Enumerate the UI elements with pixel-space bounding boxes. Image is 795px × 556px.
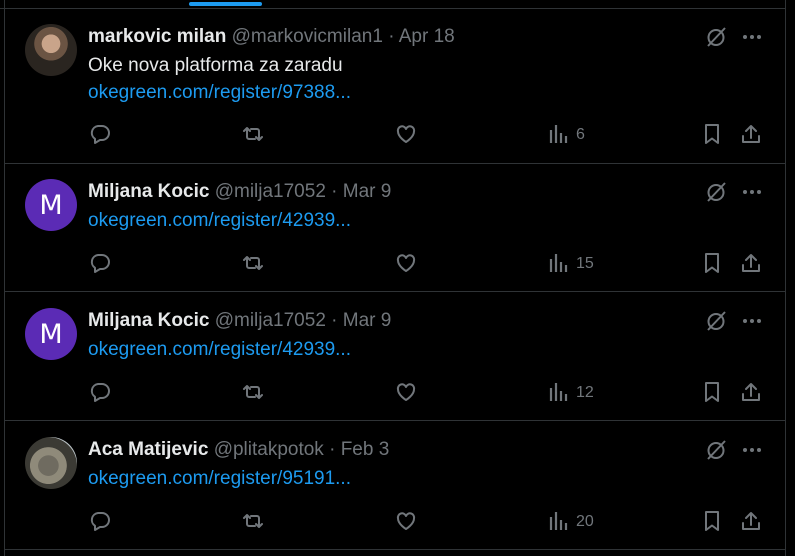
share-icon[interactable] bbox=[739, 508, 765, 534]
retweet-icon[interactable] bbox=[240, 121, 266, 147]
like-icon[interactable] bbox=[394, 121, 420, 147]
reply-icon[interactable] bbox=[88, 508, 114, 534]
tweet-actions: 15 bbox=[4, 164, 785, 291]
tweet-actions: 20 bbox=[4, 422, 785, 549]
tweet[interactable]: M Miljana Kocic @milja17052 · Mar 9 okeg… bbox=[4, 293, 785, 421]
bookmark-icon[interactable] bbox=[700, 250, 726, 276]
retweet-icon[interactable] bbox=[240, 379, 266, 405]
bookmark-icon[interactable] bbox=[700, 121, 726, 147]
views-icon[interactable] bbox=[548, 250, 574, 276]
bookmark-icon[interactable] bbox=[700, 508, 726, 534]
reply-icon[interactable] bbox=[88, 121, 114, 147]
like-icon[interactable] bbox=[394, 379, 420, 405]
reply-icon[interactable] bbox=[88, 379, 114, 405]
tweet[interactable]: Aca Matijevic @plitakpotok · Feb 3 okegr… bbox=[4, 422, 785, 550]
like-icon[interactable] bbox=[394, 508, 420, 534]
tweet-actions: 12 bbox=[4, 293, 785, 420]
column-border-right bbox=[785, 0, 786, 556]
share-icon[interactable] bbox=[739, 121, 765, 147]
share-icon[interactable] bbox=[739, 250, 765, 276]
reply-icon[interactable] bbox=[88, 250, 114, 276]
views-count: 15 bbox=[576, 255, 594, 272]
views-icon[interactable] bbox=[548, 121, 574, 147]
active-tab-indicator bbox=[189, 2, 262, 6]
tweet-actions: 6 bbox=[4, 8, 785, 163]
views-icon[interactable] bbox=[548, 379, 574, 405]
tweet[interactable]: markovic milan @markovicmilan1 · Apr 18 … bbox=[4, 8, 785, 164]
tweet[interactable]: M Miljana Kocic @milja17052 · Mar 9 okeg… bbox=[4, 164, 785, 292]
share-icon[interactable] bbox=[739, 379, 765, 405]
retweet-icon[interactable] bbox=[240, 250, 266, 276]
retweet-icon[interactable] bbox=[240, 508, 266, 534]
like-icon[interactable] bbox=[394, 250, 420, 276]
views-count: 12 bbox=[576, 384, 594, 401]
bookmark-icon[interactable] bbox=[700, 379, 726, 405]
views-count: 6 bbox=[576, 126, 585, 143]
views-count: 20 bbox=[576, 513, 594, 530]
views-icon[interactable] bbox=[548, 508, 574, 534]
